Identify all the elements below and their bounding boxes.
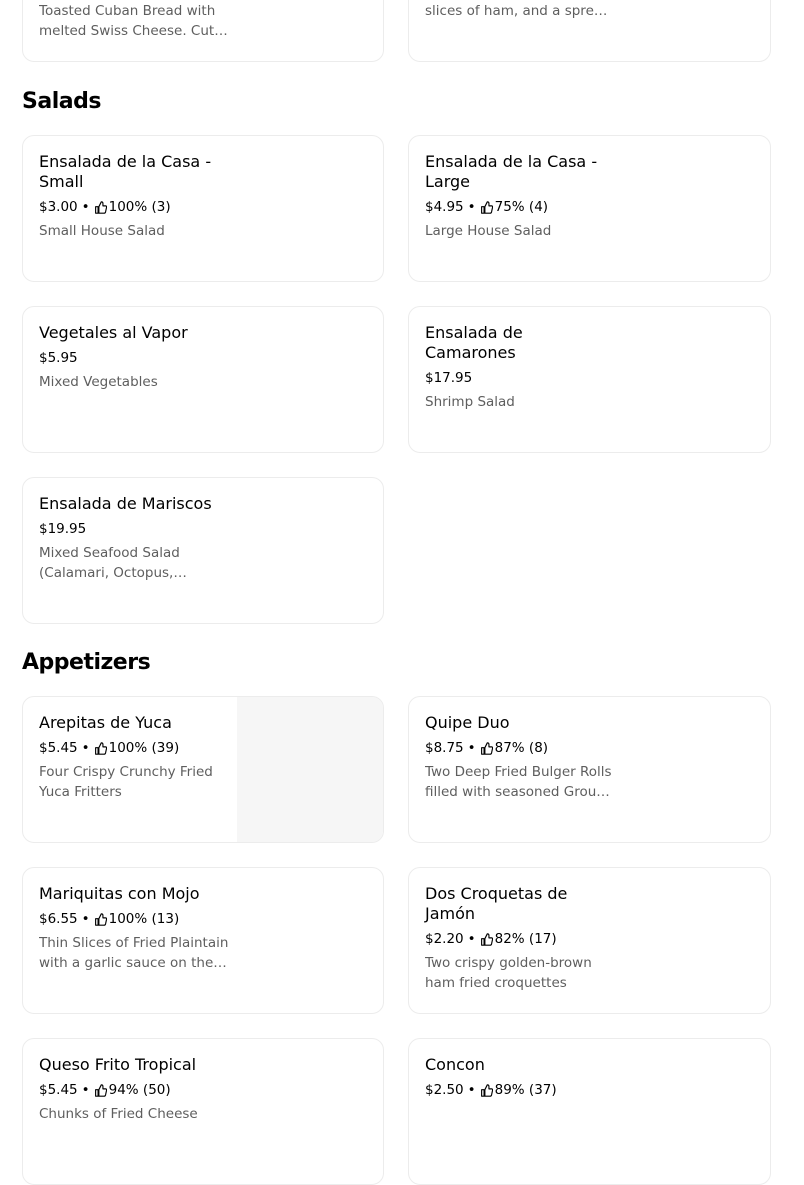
- item-meta: $5.95: [39, 348, 229, 368]
- item-name: Arepitas de Yuca: [39, 713, 172, 732]
- separator: •: [81, 1082, 90, 1098]
- item-description: Thin Slices of Fried Plaintain with a ga…: [39, 935, 229, 971]
- item-meta: $3.00 • 100% (3): [39, 197, 229, 217]
- item-name: Vegetales al Vapor: [39, 323, 188, 342]
- item-name: Ensalada de Camarones: [425, 323, 523, 362]
- item-rating: 100% (3): [108, 199, 171, 215]
- item-rating: 100% (39): [108, 740, 180, 756]
- thumbs-up-icon: [480, 741, 493, 755]
- item-rating: 94% (50): [108, 1082, 171, 1098]
- item-name: Ensalada de la Casa - Small: [39, 152, 212, 191]
- item-price: $17.95: [425, 370, 473, 386]
- item-price: $8.75: [425, 740, 464, 756]
- menu-item-card[interactable]: Queso Frito Tropical $5.45 • 94% (50) Ch…: [22, 1038, 384, 1185]
- separator: •: [467, 931, 476, 947]
- thumbs-up-icon: [480, 1083, 493, 1097]
- item-name: Ensalada de la Casa - Large: [425, 152, 598, 191]
- thumbs-up-icon: [94, 200, 107, 214]
- menu-item-card[interactable]: Ensalada de Camarones $17.95 Shrimp Sala…: [408, 306, 771, 453]
- item-name: Mariquitas con Mojo: [39, 884, 200, 903]
- item-description: Toasted Cuban Bread with melted Swiss Ch…: [39, 3, 216, 39]
- separator: •: [467, 199, 476, 215]
- item-image: [237, 697, 383, 842]
- item-description: slices of ham, and a spread of butter: [425, 3, 611, 19]
- item-meta: $4.95 • 75% (4): [425, 197, 615, 217]
- menu-item-card[interactable]: slices of ham, and a spread of butter: [408, 0, 771, 62]
- menu-item-card[interactable]: Ensalada de la Casa - Small $3.00 • 100%…: [22, 135, 384, 282]
- item-meta: $5.45 • 94% (50): [39, 1080, 229, 1100]
- item-meta: $2.50 • 89% (37): [425, 1080, 615, 1100]
- menu-item-card[interactable]: Ensalada de la Casa - Large $4.95 • 75% …: [408, 135, 771, 282]
- item-rating: 100% (13): [108, 911, 180, 927]
- item-price: $3.00: [39, 199, 78, 215]
- item-meta: $19.95: [39, 519, 229, 539]
- item-rating: 75% (4): [494, 199, 549, 215]
- separator: •: [81, 740, 90, 756]
- separator: •: [467, 740, 476, 756]
- menu-item-card[interactable]: Quipe Duo $8.75 • 87% (8) Two Deep Fried…: [408, 696, 771, 843]
- thumbs-up-icon: [94, 1083, 107, 1097]
- menu-item-card[interactable]: Ensalada de Mariscos $19.95 Mixed Seafoo…: [22, 477, 384, 624]
- thumbs-up-icon: [480, 200, 493, 214]
- item-price: $5.45: [39, 740, 78, 756]
- item-description: Mixed Vegetables: [39, 374, 158, 390]
- menu-item-card[interactable]: Toasted Cuban Bread with melted Swiss Ch…: [22, 0, 384, 62]
- item-name: Dos Croquetas de Jamón: [425, 884, 568, 923]
- item-price: $5.45: [39, 1082, 78, 1098]
- item-rating: 89% (37): [494, 1082, 557, 1098]
- item-name: Quipe Duo: [425, 713, 510, 732]
- item-price: $4.95: [425, 199, 464, 215]
- item-description: Large House Salad: [425, 223, 552, 239]
- item-price: $6.55: [39, 911, 78, 927]
- item-meta: $17.95: [425, 368, 615, 388]
- section-title-appetizers: Appetizers: [22, 650, 151, 675]
- item-description: Shrimp Salad: [425, 394, 515, 410]
- menu-item-card[interactable]: Mariquitas con Mojo $6.55 • 100% (13) Th…: [22, 867, 384, 1014]
- thumbs-up-icon: [94, 912, 107, 926]
- menu-item-card[interactable]: Concon $2.50 • 89% (37): [408, 1038, 771, 1185]
- item-description: Two crispy golden-brown ham fried croque…: [425, 955, 592, 991]
- separator: •: [81, 911, 90, 927]
- item-price: $2.50: [425, 1082, 464, 1098]
- item-description: Mixed Seafood Salad (Calamari, Octopus, …: [39, 545, 180, 581]
- thumbs-up-icon: [94, 741, 107, 755]
- item-rating: 87% (8): [494, 740, 549, 756]
- item-rating: 82% (17): [494, 931, 557, 947]
- item-meta: $8.75 • 87% (8): [425, 738, 615, 758]
- separator: •: [81, 199, 90, 215]
- item-meta: $6.55 • 100% (13): [39, 909, 229, 929]
- item-meta: $2.20 • 82% (17): [425, 929, 615, 949]
- item-name: Queso Frito Tropical: [39, 1055, 197, 1074]
- section-title-salads: Salads: [22, 89, 101, 114]
- item-name: Concon: [425, 1055, 485, 1074]
- separator: •: [467, 1082, 476, 1098]
- menu-item-card[interactable]: Arepitas de Yuca $5.45 • 100% (39) Four …: [22, 696, 384, 843]
- item-description: Small House Salad: [39, 223, 165, 239]
- item-description: Chunks of Fried Cheese: [39, 1106, 198, 1122]
- item-price: $5.95: [39, 350, 78, 366]
- item-price: $19.95: [39, 521, 87, 537]
- item-name: Ensalada de Mariscos: [39, 494, 212, 513]
- menu-item-card[interactable]: Dos Croquetas de Jamón $2.20 • 82% (17) …: [408, 867, 771, 1014]
- menu-item-card[interactable]: Vegetales al Vapor $5.95 Mixed Vegetable…: [22, 306, 384, 453]
- item-description: Two Deep Fried Bulger Rolls filled with …: [425, 764, 614, 800]
- item-description: Four Crispy Crunchy Fried Yuca Fritters: [39, 764, 213, 800]
- item-price: $2.20: [425, 931, 464, 947]
- item-meta: $5.45 • 100% (39): [39, 738, 229, 758]
- thumbs-up-icon: [480, 932, 493, 946]
